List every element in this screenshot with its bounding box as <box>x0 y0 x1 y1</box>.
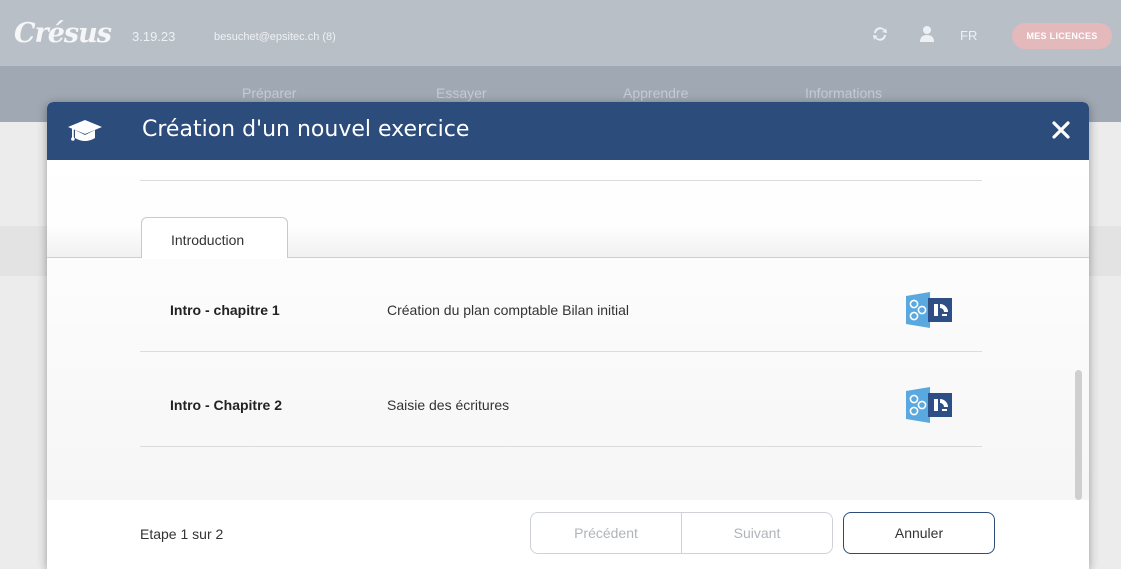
nav-item-essayer[interactable]: Essayer <box>436 85 487 101</box>
divider <box>140 180 982 181</box>
nav-item-apprendre[interactable]: Apprendre <box>623 85 688 101</box>
close-icon[interactable] <box>1049 118 1073 142</box>
nav-item-informations[interactable]: Informations <box>805 85 882 101</box>
graduation-cap-icon <box>68 120 102 141</box>
dialog-title: Création d'un nouvel exercice <box>142 117 470 142</box>
list-item[interactable]: Intro - chapitre 1 Création du plan comp… <box>140 258 982 352</box>
nav-item-preparer[interactable]: Préparer <box>242 85 296 101</box>
cancel-button[interactable]: Annuler <box>843 512 995 554</box>
app-version: 3.19.23 <box>132 29 176 44</box>
user-email[interactable]: besuchet@epsitec.ch (8) <box>214 31 336 43</box>
exercise-description: Création du plan comptable Bilan initial <box>387 302 630 318</box>
sync-icon[interactable] <box>870 24 890 44</box>
scrollbar[interactable] <box>1075 160 1083 500</box>
dialog-header: Création d'un nouvel exercice <box>47 102 1089 160</box>
language-selector[interactable]: FR <box>960 28 977 43</box>
app-header: Crésus 3.19.23 besuchet@epsitec.ch (8) F… <box>0 0 1121 66</box>
licences-button[interactable]: MES LICENCES <box>1012 23 1112 49</box>
dialog-body: Introduction Intro - chapitre 1 Création… <box>47 160 1089 500</box>
cresus-comptabilite-icon[interactable] <box>904 385 954 425</box>
scrollbar-thumb[interactable] <box>1075 370 1082 500</box>
new-exercise-dialog: Création d'un nouvel exercice Introducti… <box>47 102 1089 569</box>
cresus-comptabilite-icon[interactable] <box>904 290 954 330</box>
exercise-description: Saisie des écritures <box>387 397 510 413</box>
next-button[interactable]: Suivant <box>681 513 832 553</box>
exercise-title: Intro - Chapitre 2 <box>170 397 283 413</box>
tab-introduction[interactable]: Introduction <box>141 217 288 259</box>
app-logo: Crésus <box>14 18 112 49</box>
step-indicator: Etape 1 sur 2 <box>140 526 224 542</box>
wizard-nav-group: Précédent Suivant <box>530 512 833 554</box>
previous-button[interactable]: Précédent <box>531 513 681 553</box>
exercise-title: Intro - chapitre 1 <box>170 302 280 318</box>
user-icon[interactable] <box>917 24 937 44</box>
list-item[interactable]: Intro - Chapitre 2 Saisie des écritures <box>140 353 982 447</box>
dialog-footer: Etape 1 sur 2 Précédent Suivant Annuler <box>47 500 1089 569</box>
